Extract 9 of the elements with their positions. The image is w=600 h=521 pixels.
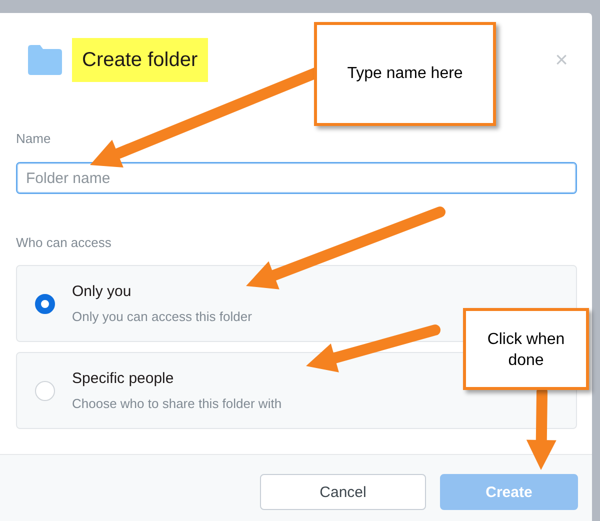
option-title: Specific people — [72, 370, 175, 387]
option-description: Choose who to share this folder with — [72, 396, 282, 411]
option-description: Only you can access this folder — [72, 309, 252, 324]
dialog-title: Create folder — [72, 38, 208, 82]
callout-tooltip: Type name here — [314, 22, 496, 126]
section-label: Who can access — [16, 235, 112, 250]
field-label: Name — [16, 131, 51, 146]
callout-tooltip: Click when done — [463, 308, 589, 390]
option-title: Only you — [72, 283, 132, 300]
